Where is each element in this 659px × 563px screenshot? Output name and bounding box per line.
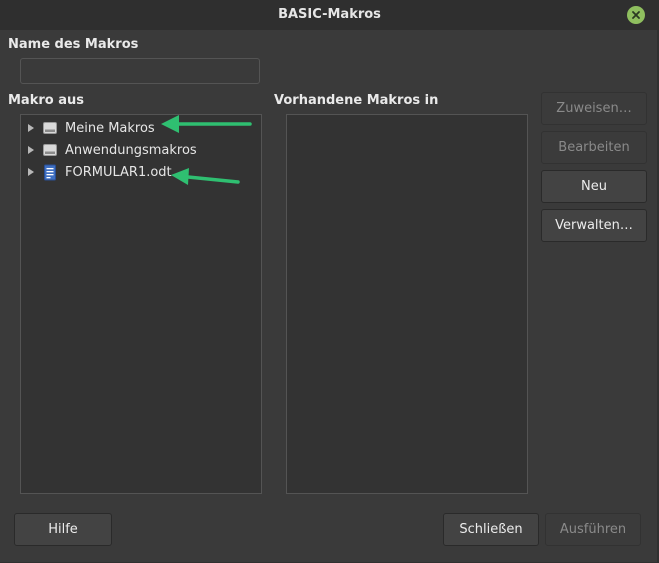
new-button[interactable]: Neu (541, 170, 647, 203)
help-button[interactable]: Hilfe (14, 513, 112, 546)
tree-item-label: FORMULAR1.odt (65, 164, 172, 180)
expand-arrow-icon[interactable] (28, 168, 34, 176)
close-button[interactable] (627, 6, 645, 24)
library-tree[interactable]: Meine Makros Anwendungsmakros FORMULAR1.… (20, 114, 262, 494)
document-icon (41, 163, 59, 181)
drive-icon (41, 141, 59, 159)
title-bar: BASIC-Makros (0, 0, 659, 31)
edit-button[interactable]: Bearbeiten (541, 131, 647, 164)
tree-item-anwendungsmakros[interactable]: Anwendungsmakros (21, 139, 261, 161)
tree-item-label: Meine Makros (65, 120, 155, 136)
window-title: BASIC-Makros (278, 7, 381, 22)
tree-item-label: Anwendungsmakros (65, 142, 197, 158)
close-dialog-button[interactable]: Schließen (443, 513, 539, 546)
drive-icon (41, 119, 59, 137)
expand-arrow-icon[interactable] (28, 146, 34, 154)
tree-item-meine-makros[interactable]: Meine Makros (21, 117, 261, 139)
tree-item-formular1[interactable]: FORMULAR1.odt (21, 161, 261, 183)
name-label: Name des Makros (8, 37, 139, 52)
assign-button[interactable]: Zuweisen… (541, 92, 647, 125)
expand-arrow-icon[interactable] (28, 124, 34, 132)
existing-macros-label: Vorhandene Makros in (274, 93, 439, 108)
close-icon (632, 11, 640, 19)
manage-button[interactable]: Verwalten… (541, 209, 647, 242)
existing-macros-list[interactable] (286, 114, 528, 494)
dialog-body: Name des Makros Makro aus Vorhandene Mak… (0, 30, 659, 563)
run-button[interactable]: Ausführen (545, 513, 641, 546)
macro-from-label: Makro aus (8, 93, 84, 108)
macro-name-input[interactable] (20, 58, 260, 84)
